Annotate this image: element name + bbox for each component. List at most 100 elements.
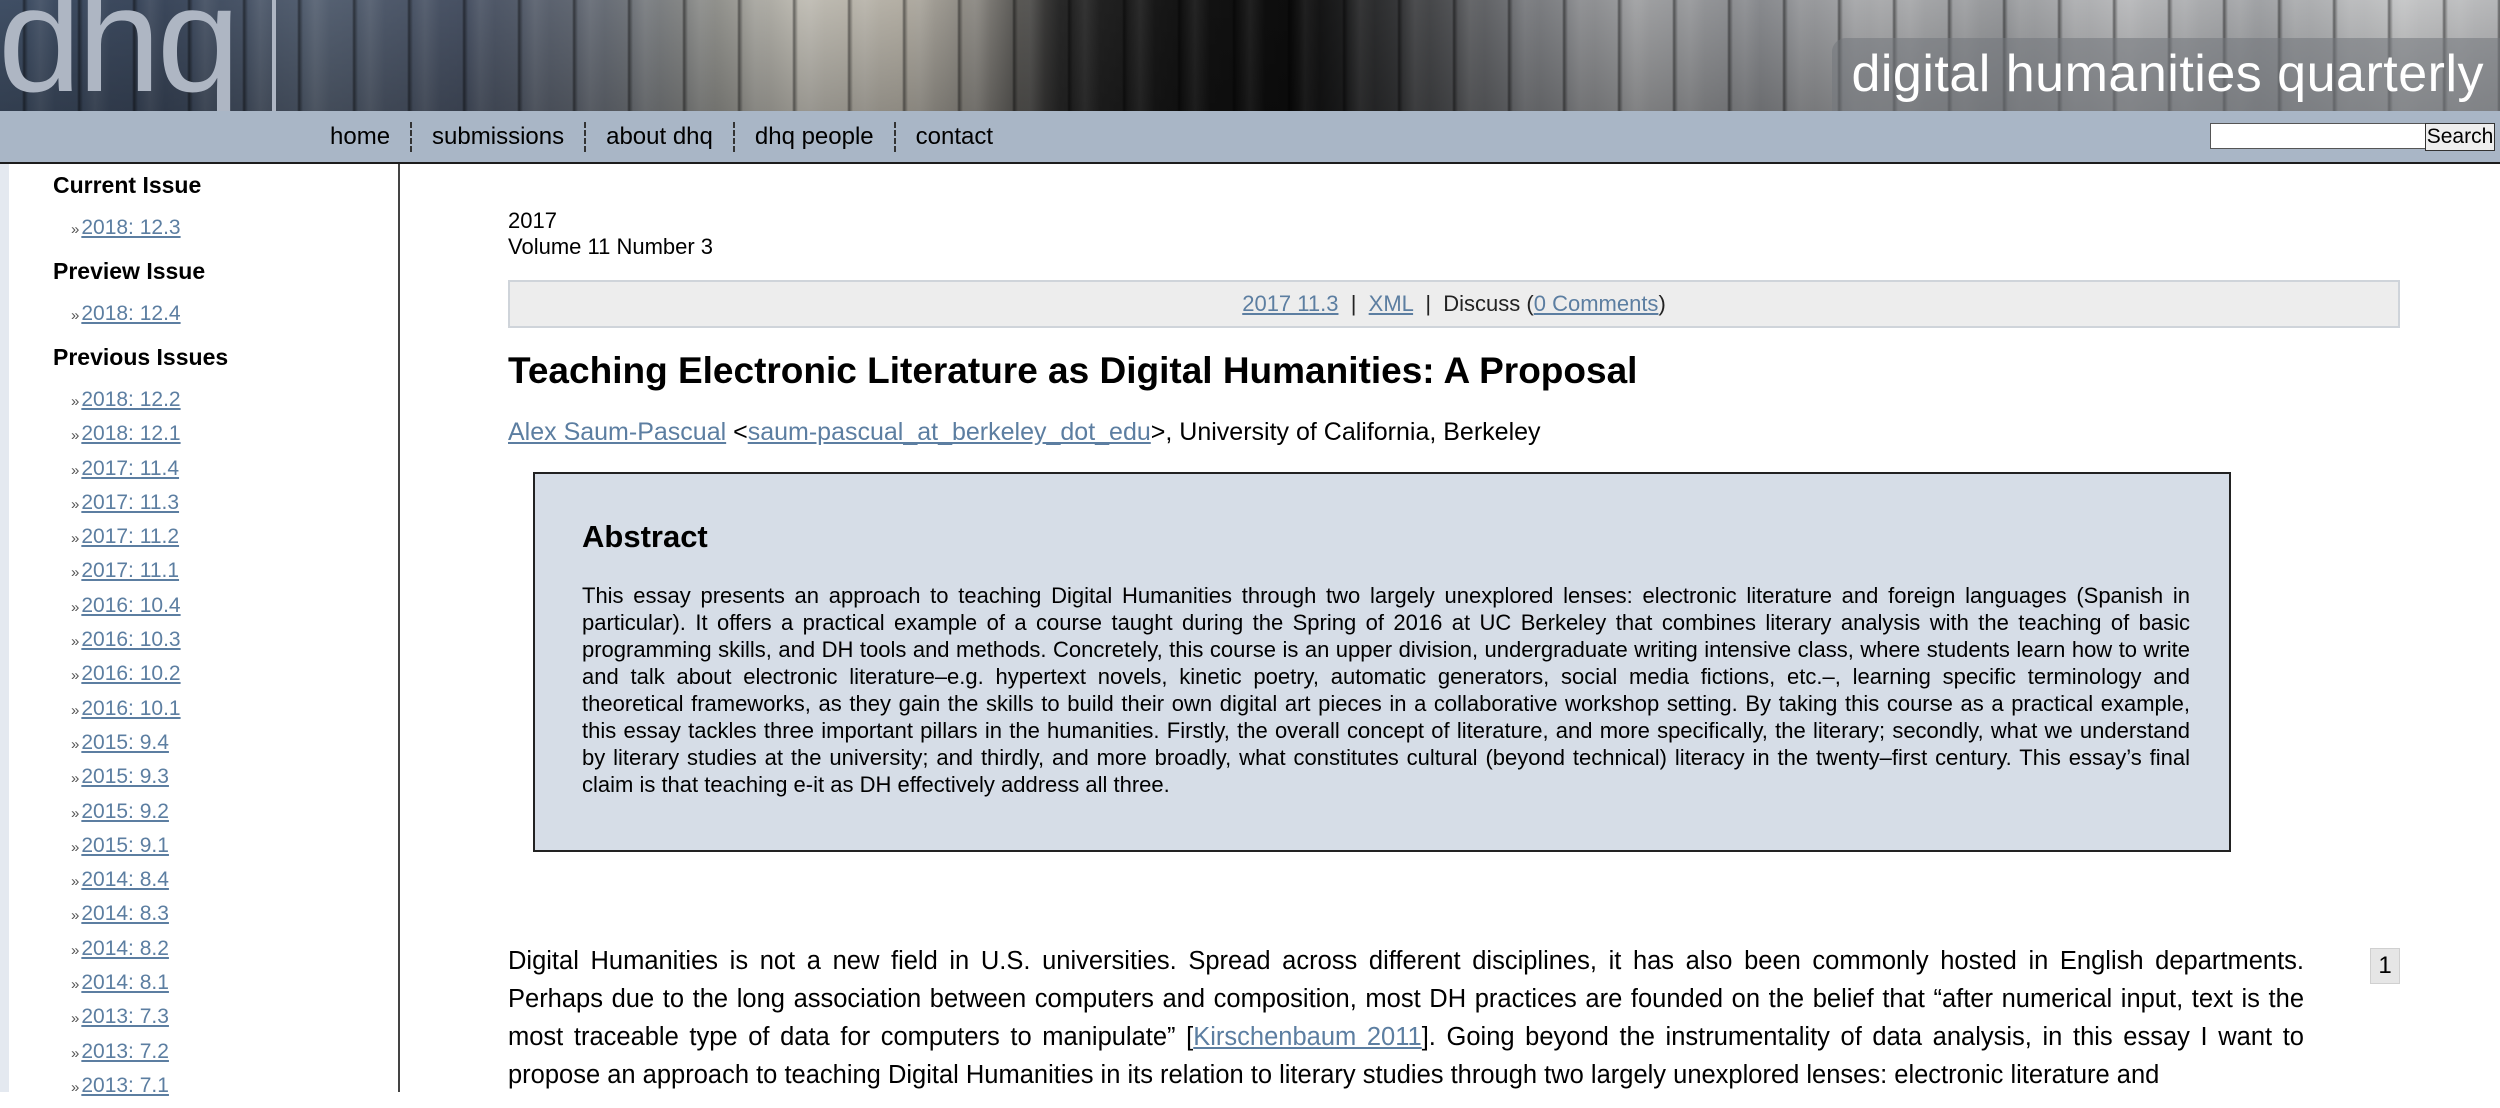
search-button[interactable]: Search — [2425, 123, 2495, 151]
bullet-icon: » — [71, 941, 80, 959]
issue-link-previous[interactable]: 2014: 8.4 — [81, 868, 169, 891]
nav-contact[interactable]: contact — [896, 123, 1013, 151]
nav-about-dhq[interactable]: about dhq — [586, 123, 733, 151]
previous-issues-heading: Previous Issues — [53, 344, 229, 370]
article-title: Teaching Electronic Literature as Digita… — [508, 350, 1638, 391]
list-item: »2014: 8.2 — [71, 937, 181, 971]
issue-link[interactable]: 2017 11.3 — [1242, 291, 1338, 316]
comments-link[interactable]: 0 Comments — [1534, 291, 1659, 316]
toolbar-separator: | — [1350, 291, 1357, 316]
nav-links: home submissions about dhq dhq people co… — [310, 111, 1013, 162]
list-item: »2018: 12.3 — [71, 216, 181, 250]
issue-link-previous[interactable]: 2017: 11.2 — [81, 525, 179, 548]
bullet-icon: » — [71, 633, 80, 651]
nav-dhq-people[interactable]: dhq people — [735, 123, 894, 151]
bullet-icon: » — [71, 393, 80, 410]
bullet-icon: » — [71, 221, 80, 238]
list-item: »2017: 11.2 — [71, 525, 181, 559]
list-item: »2016: 10.1 — [71, 697, 181, 731]
issue-link-preview[interactable]: 2018: 12.4 — [81, 302, 180, 325]
xml-link[interactable]: XML — [1369, 291, 1413, 316]
bullet-icon: » — [71, 530, 80, 548]
nav-submissions[interactable]: submissions — [412, 123, 584, 151]
bullet-icon: » — [71, 770, 80, 788]
bullet-icon: » — [71, 907, 80, 925]
bullet-icon: » — [71, 976, 80, 994]
issue-volume: Volume 11 Number 3 — [508, 234, 714, 259]
list-item: »2015: 9.2 — [71, 800, 181, 834]
list-item: »2014: 8.1 — [71, 971, 181, 1005]
issue-link-previous[interactable]: 2017: 11.4 — [81, 457, 179, 480]
list-item: »2018: 12.4 — [71, 302, 181, 336]
author-affiliation: , University of California, Berkeley — [1165, 418, 1541, 446]
issue-link-previous[interactable]: 2013: 7.3 — [81, 1005, 169, 1028]
issue-link-previous[interactable]: 2016: 10.4 — [81, 594, 180, 617]
article-paragraph: Digital Humanities is not a new field in… — [508, 942, 2304, 1094]
list-item: »2013: 7.3 — [71, 1005, 181, 1039]
issue-link-previous[interactable]: 2013: 7.1 — [81, 1074, 169, 1097]
issue-link-previous[interactable]: 2014: 8.2 — [81, 937, 169, 960]
previous-issues-list: »2018: 12.2 »2018: 12.1 »2017: 11.4 »2017: … — [71, 388, 181, 1108]
toolbar-separator: | — [1425, 291, 1432, 316]
search-input[interactable] — [2210, 123, 2426, 149]
bullet-icon: » — [71, 495, 80, 513]
issue-link-previous[interactable]: 2016: 10.1 — [81, 697, 180, 720]
bullet-icon: » — [71, 427, 80, 445]
preview-issue-heading: Preview Issue — [53, 258, 206, 284]
issue-link-previous[interactable]: 2018: 12.2 — [81, 388, 180, 411]
issue-link-previous[interactable]: 2018: 12.1 — [81, 422, 180, 445]
issue-link-current[interactable]: 2018: 12.3 — [81, 216, 180, 239]
issue-link-previous[interactable]: 2014: 8.3 — [81, 902, 169, 925]
author-email-link[interactable]: saum-pascual_at_berkeley_dot_edu — [748, 418, 1151, 446]
site-title: digital humanities quarterly — [1851, 45, 2484, 103]
bullet-icon: » — [71, 735, 80, 753]
issue-link-previous[interactable]: 2015: 9.3 — [81, 765, 169, 788]
discuss-label: Discuss ( — [1443, 291, 1534, 316]
list-item: »2015: 9.3 — [71, 765, 181, 799]
issues-sidebar: Current Issue »2018: 12.3 Preview Issue … — [9, 164, 400, 1097]
paragraph-number: 1 — [2370, 948, 2400, 984]
nav-home[interactable]: home — [310, 123, 410, 151]
list-item: »2016: 10.2 — [71, 662, 181, 696]
bullet-icon: » — [71, 804, 80, 822]
bullet-icon: » — [71, 838, 80, 856]
issue-link-previous[interactable]: 2013: 7.2 — [81, 1040, 169, 1063]
list-item: »2014: 8.3 — [71, 902, 181, 936]
list-item: »2016: 10.4 — [71, 594, 181, 628]
list-item: »2013: 7.2 — [71, 1040, 181, 1074]
issue-link-previous[interactable]: 2016: 10.2 — [81, 662, 180, 685]
issue-link-previous[interactable]: 2016: 10.3 — [81, 628, 180, 651]
left-edge-strip — [0, 164, 9, 1092]
issue-link-previous[interactable]: 2014: 8.1 — [81, 971, 169, 994]
author-link[interactable]: Alex Saum-Pascual — [508, 418, 726, 446]
bullet-icon: » — [71, 307, 80, 324]
dhq-logo[interactable]: dhq — [0, 0, 240, 111]
preview-issue-list: »2018: 12.4 — [71, 302, 181, 336]
list-item: »2017: 11.1 — [71, 559, 181, 593]
bullet-icon: » — [71, 667, 80, 685]
issue-year: 2017 — [508, 208, 557, 233]
bullet-icon: » — [71, 1044, 80, 1062]
issue-link-previous[interactable]: 2017: 11.3 — [81, 491, 179, 514]
current-issue-list: »2018: 12.3 — [71, 216, 181, 250]
current-issue-heading: Current Issue — [53, 172, 202, 198]
issue-link-previous[interactable]: 2015: 9.2 — [81, 800, 169, 823]
list-item: »2014: 8.4 — [71, 868, 181, 902]
issue-link-previous[interactable]: 2015: 9.4 — [81, 731, 169, 754]
abstract-text: This essay presents an approach to teach… — [582, 583, 2190, 797]
bullet-icon: » — [71, 564, 80, 582]
list-item: »2018: 12.1 — [71, 422, 181, 456]
abstract-heading: Abstract — [582, 519, 708, 554]
bullet-icon: » — [71, 1078, 80, 1096]
citation-link[interactable]: Kirschenbaum 2011 — [1193, 1023, 1421, 1051]
list-item: »2017: 11.4 — [71, 457, 181, 491]
discuss-close: ) — [1658, 291, 1666, 316]
top-nav: home submissions about dhq dhq people co… — [0, 111, 2500, 164]
list-item: »2016: 10.3 — [71, 628, 181, 662]
list-item: »2013: 7.1 — [71, 1074, 181, 1108]
issue-link-previous[interactable]: 2017: 11.1 — [81, 559, 179, 582]
author-line: Alex Saum-Pascual <saum-pascual_at_berke… — [508, 418, 1541, 447]
issue-link-previous[interactable]: 2015: 9.1 — [81, 834, 169, 857]
bullet-icon: » — [71, 461, 80, 479]
list-item: »2017: 11.3 — [71, 491, 181, 525]
